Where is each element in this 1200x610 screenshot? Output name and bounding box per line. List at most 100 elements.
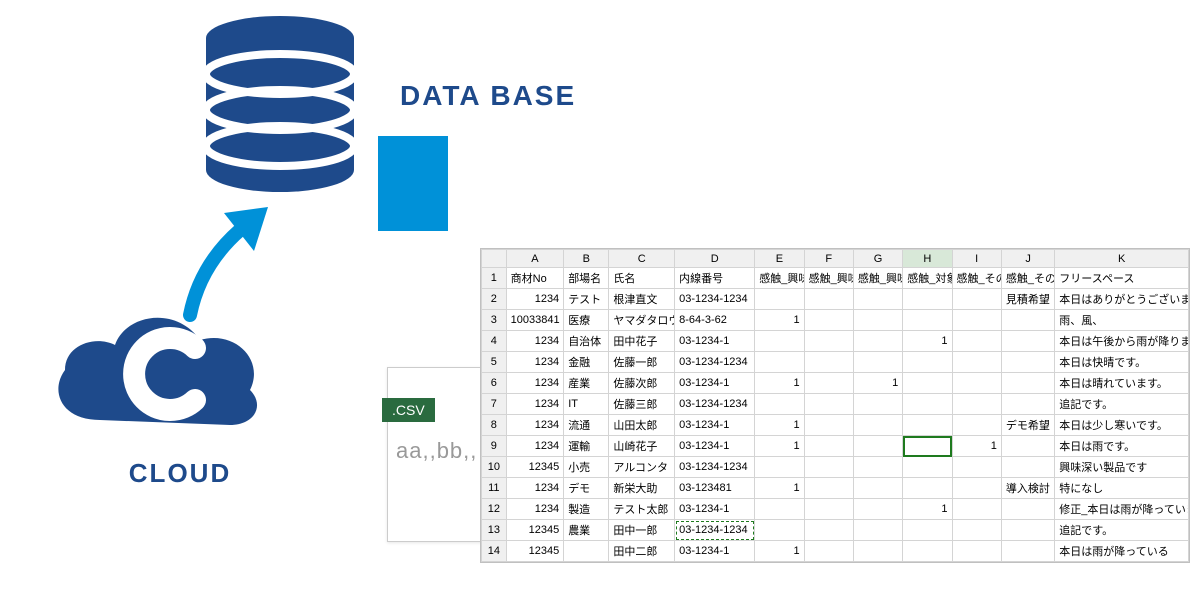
cell[interactable] [755, 520, 804, 541]
header-cell[interactable]: 感触_その他 [952, 268, 1001, 289]
cell[interactable]: 03-1234-1 [675, 331, 755, 352]
spreadsheet-table[interactable]: ABCDEFGHIJK 1商材No部場名氏名内線番号感触_興味感触_興味感触_興… [481, 249, 1189, 562]
cell[interactable]: 1 [755, 541, 804, 562]
row-header[interactable]: 5 [482, 352, 507, 373]
cell[interactable] [853, 331, 902, 352]
col-header-E[interactable]: E [755, 250, 804, 268]
cell[interactable]: 03-1234-1 [675, 499, 755, 520]
cell[interactable] [853, 499, 902, 520]
cell[interactable]: 1234 [506, 436, 564, 457]
row-header[interactable]: 4 [482, 331, 507, 352]
cell[interactable] [1001, 520, 1054, 541]
cell[interactable]: 10033841 [506, 310, 564, 331]
cell[interactable]: 流通 [564, 415, 609, 436]
header-cell[interactable]: フリースペース [1055, 268, 1189, 289]
cell[interactable] [804, 457, 853, 478]
cell[interactable]: 運輸 [564, 436, 609, 457]
cell[interactable]: 03-1234-1 [675, 436, 755, 457]
cell[interactable]: 1234 [506, 331, 564, 352]
cell[interactable] [804, 373, 853, 394]
cell[interactable]: 農業 [564, 520, 609, 541]
cell[interactable] [804, 541, 853, 562]
cell[interactable] [853, 415, 902, 436]
cell[interactable]: テスト太郎 [609, 499, 675, 520]
cell[interactable] [804, 436, 853, 457]
header-cell[interactable]: 感触_興味 [853, 268, 902, 289]
cell[interactable] [804, 394, 853, 415]
col-header-F[interactable]: F [804, 250, 853, 268]
header-cell[interactable]: 商材No [506, 268, 564, 289]
cell[interactable]: 本日は雨が降っている [1055, 541, 1189, 562]
cell[interactable]: ヤマダタロウ [609, 310, 675, 331]
cell[interactable] [952, 373, 1001, 394]
cell[interactable]: 山崎花子 [609, 436, 675, 457]
cell[interactable]: 本日はありがとうございまし [1055, 289, 1189, 310]
col-header-K[interactable]: K [1055, 250, 1189, 268]
cell[interactable] [755, 499, 804, 520]
cell[interactable]: 1 [755, 373, 804, 394]
cell[interactable] [1001, 373, 1054, 394]
cell[interactable]: 追記です。 [1055, 394, 1189, 415]
row-header[interactable]: 6 [482, 373, 507, 394]
cell[interactable]: 佐藤一郎 [609, 352, 675, 373]
cell[interactable] [755, 394, 804, 415]
col-header-B[interactable]: B [564, 250, 609, 268]
cell[interactable]: 自治体 [564, 331, 609, 352]
cell[interactable]: 根津直文 [609, 289, 675, 310]
cell[interactable] [853, 520, 902, 541]
cell[interactable]: 03-1234-1 [675, 373, 755, 394]
cell[interactable]: 03-123481 [675, 478, 755, 499]
cell[interactable]: 小売 [564, 457, 609, 478]
cell[interactable] [1001, 310, 1054, 331]
cell[interactable] [853, 457, 902, 478]
cell[interactable] [903, 352, 952, 373]
cell[interactable] [564, 541, 609, 562]
cell[interactable] [952, 415, 1001, 436]
cell[interactable]: 12345 [506, 520, 564, 541]
cell[interactable]: 03-1234-1234 [675, 289, 755, 310]
cell[interactable]: 特になし [1055, 478, 1189, 499]
cell[interactable]: 03-1234-1234 [675, 457, 755, 478]
cell[interactable]: 製造 [564, 499, 609, 520]
cell[interactable] [1001, 499, 1054, 520]
cell[interactable]: 新栄大助 [609, 478, 675, 499]
header-cell[interactable]: 氏名 [609, 268, 675, 289]
cell[interactable] [1001, 436, 1054, 457]
cell[interactable]: 田中二郎 [609, 541, 675, 562]
col-header-H[interactable]: H [903, 250, 952, 268]
cell[interactable]: 1 [755, 415, 804, 436]
cell[interactable]: 1234 [506, 289, 564, 310]
cell[interactable] [1001, 352, 1054, 373]
cell[interactable]: 本日は少し寒いです。 [1055, 415, 1189, 436]
cell[interactable] [755, 289, 804, 310]
cell[interactable] [903, 541, 952, 562]
cell[interactable]: 1234 [506, 394, 564, 415]
cell[interactable] [853, 436, 902, 457]
cell[interactable]: 1234 [506, 478, 564, 499]
cell[interactable]: 1234 [506, 415, 564, 436]
col-header-D[interactable]: D [675, 250, 755, 268]
header-cell[interactable]: 感触_興味 [804, 268, 853, 289]
cell[interactable] [952, 541, 1001, 562]
cell[interactable]: 雨、風、 [1055, 310, 1189, 331]
cell[interactable] [804, 352, 853, 373]
cell[interactable]: 見積希望 [1001, 289, 1054, 310]
cell[interactable]: デモ希望 [1001, 415, 1054, 436]
cell[interactable]: アルコンタ [609, 457, 675, 478]
header-cell[interactable]: 感触_対象 [903, 268, 952, 289]
cell[interactable]: 1234 [506, 373, 564, 394]
cell[interactable] [755, 352, 804, 373]
cell[interactable]: 1 [952, 436, 1001, 457]
header-cell[interactable]: 内線番号 [675, 268, 755, 289]
cell[interactable]: 医療 [564, 310, 609, 331]
cell[interactable]: 本日は午後から雨が降ります [1055, 331, 1189, 352]
cell[interactable]: 佐藤三郎 [609, 394, 675, 415]
cell[interactable]: 山田太郎 [609, 415, 675, 436]
cell[interactable]: 本日は雨です。 [1055, 436, 1189, 457]
cell[interactable] [804, 310, 853, 331]
cell[interactable] [804, 520, 853, 541]
col-header-A[interactable]: A [506, 250, 564, 268]
cell[interactable] [903, 415, 952, 436]
cell[interactable] [903, 436, 952, 457]
header-cell[interactable]: 感触_その他 [1001, 268, 1054, 289]
